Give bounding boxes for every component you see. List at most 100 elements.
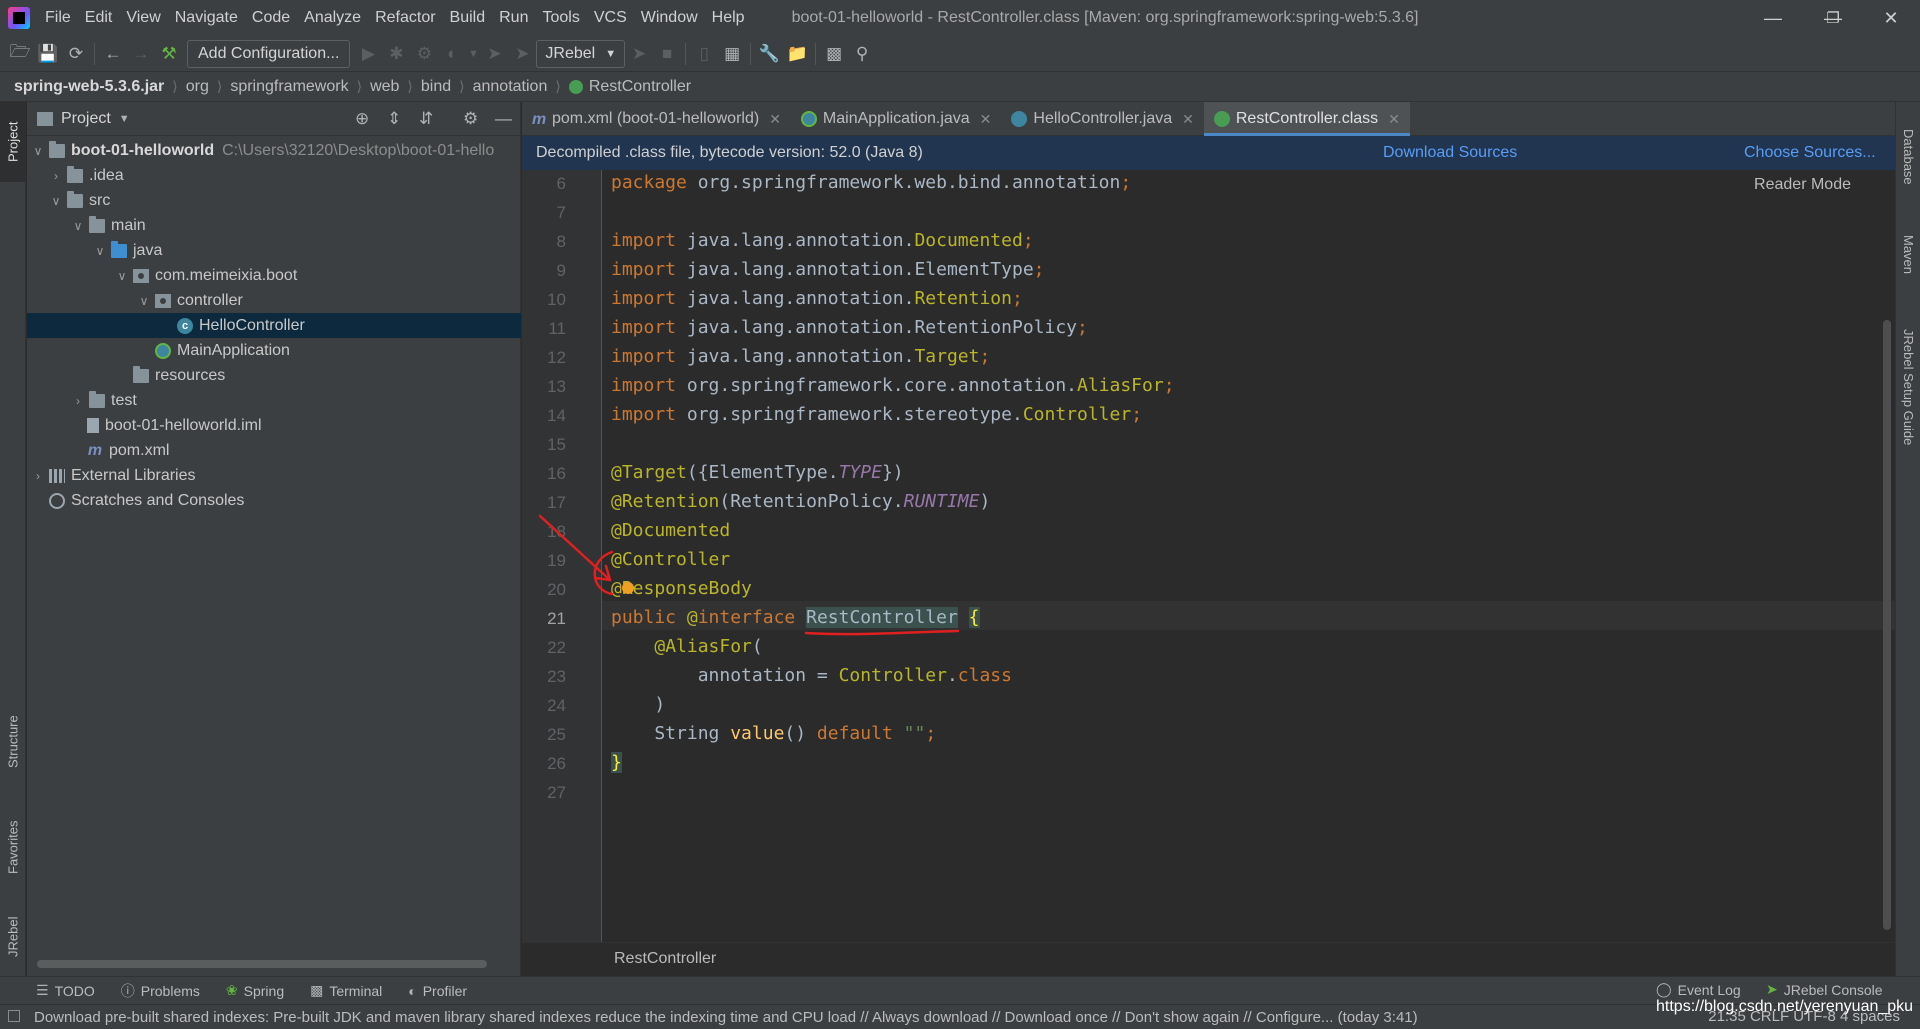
editor-breadcrumb[interactable]: RestController bbox=[522, 942, 1895, 974]
close-icon[interactable]: ✕ bbox=[1182, 111, 1194, 128]
debug-icon[interactable]: ✱ bbox=[382, 40, 410, 68]
tool-problems[interactable]: ⓘ Problems bbox=[121, 981, 200, 1001]
chevron-down-icon[interactable]: ∨ bbox=[137, 294, 151, 308]
status-message[interactable]: Download pre-built shared indexes: Pre-b… bbox=[34, 1009, 1418, 1026]
tab-favorites[interactable]: Favorites bbox=[0, 802, 26, 892]
build-hammer-icon[interactable]: ⚒ bbox=[155, 40, 183, 68]
coverage-icon[interactable]: ⚙ bbox=[410, 40, 438, 68]
project-structure-icon[interactable]: ▦ bbox=[718, 40, 746, 68]
menu-run[interactable]: Run bbox=[492, 0, 535, 36]
forward-icon[interactable]: → bbox=[127, 40, 155, 68]
collapse-all-icon[interactable]: ⇵ bbox=[419, 109, 433, 129]
breadcrumb-springframework[interactable]: springframework bbox=[230, 78, 348, 96]
tab-mainapplication[interactable]: MainApplication.java ✕ bbox=[791, 102, 1001, 136]
close-icon[interactable]: ✕ bbox=[980, 111, 992, 128]
add-configuration-button[interactable]: Add Configuration... bbox=[187, 39, 351, 68]
menu-build[interactable]: Build bbox=[443, 0, 493, 36]
tab-jrebel-setup-guide[interactable]: JRebel Setup Guide bbox=[1896, 307, 1920, 467]
tab-pom-xml[interactable]: m pom.xml (boot-01-helloworld) ✕ bbox=[522, 102, 791, 136]
horizontal-scrollbar[interactable] bbox=[37, 960, 487, 968]
breadcrumb-bind[interactable]: bind bbox=[421, 78, 451, 96]
tree-item-java[interactable]: ∨ java bbox=[27, 238, 521, 263]
tool-terminal[interactable]: ▩ Terminal bbox=[310, 982, 382, 999]
menu-file[interactable]: File bbox=[38, 0, 78, 36]
expand-all-icon[interactable]: ⇕ bbox=[387, 109, 401, 129]
folder-gear-icon[interactable]: 📁 bbox=[783, 40, 811, 68]
tree-item-mainapplication[interactable]: MainApplication bbox=[27, 338, 521, 363]
chevron-down-icon[interactable]: ▼ bbox=[466, 40, 480, 68]
tool-todo[interactable]: ☰ TODO bbox=[36, 982, 95, 999]
close-icon[interactable]: ✕ bbox=[1862, 0, 1920, 36]
chevron-down-icon[interactable]: ∨ bbox=[49, 194, 63, 208]
terminal-window-icon[interactable]: ▩ bbox=[820, 40, 848, 68]
reader-mode-toggle[interactable]: Reader Mode bbox=[1754, 176, 1851, 194]
tree-item-main[interactable]: ∨ main bbox=[27, 213, 521, 238]
chevron-down-icon[interactable]: ∨ bbox=[31, 144, 45, 158]
tool-event-log[interactable]: ◯ Event Log bbox=[1656, 981, 1741, 998]
save-icon[interactable]: 💾 bbox=[34, 40, 62, 68]
locate-icon[interactable]: ⊕ bbox=[355, 109, 369, 129]
close-icon[interactable]: ✕ bbox=[769, 111, 781, 128]
tree-item-controller[interactable]: ∨ controller bbox=[27, 288, 521, 313]
back-icon[interactable]: ← bbox=[99, 40, 127, 68]
menu-edit[interactable]: Edit bbox=[78, 0, 120, 36]
menu-tools[interactable]: Tools bbox=[535, 0, 586, 36]
breadcrumb-annotation[interactable]: annotation bbox=[473, 78, 548, 96]
tab-restcontroller-class[interactable]: RestController.class ✕ bbox=[1203, 102, 1410, 136]
project-panel-title[interactable]: Project bbox=[61, 110, 111, 128]
menu-window[interactable]: Window bbox=[634, 0, 705, 36]
menu-help[interactable]: Help bbox=[705, 0, 752, 36]
tool-jrebel-console[interactable]: ➤ JRebel Console bbox=[1766, 981, 1883, 998]
tool-spring[interactable]: ❀ Spring bbox=[226, 982, 284, 999]
chevron-right-icon[interactable]: › bbox=[31, 469, 45, 483]
tab-maven[interactable]: Maven bbox=[1896, 220, 1920, 290]
menu-refactor[interactable]: Refactor bbox=[368, 0, 442, 36]
tab-project[interactable]: Project bbox=[0, 102, 26, 182]
gear-icon[interactable]: ⚙ bbox=[463, 109, 478, 129]
minimize-icon[interactable]: — bbox=[1744, 0, 1802, 36]
attach-icon[interactable]: ➤ bbox=[625, 40, 653, 68]
chevron-down-icon[interactable]: ∨ bbox=[115, 269, 129, 283]
tab-hellocontroller[interactable]: HelloController.java ✕ bbox=[1001, 102, 1203, 136]
restore-icon[interactable]: ❐ bbox=[1804, 0, 1862, 36]
menu-navigate[interactable]: Navigate bbox=[168, 0, 245, 36]
tree-item-test[interactable]: › test bbox=[27, 388, 521, 413]
breadcrumb-org[interactable]: org bbox=[186, 78, 209, 96]
status-bar-toggle-icon[interactable] bbox=[8, 1010, 20, 1022]
run-icon[interactable]: ▶ bbox=[354, 40, 382, 68]
chevron-down-icon[interactable]: ▼ bbox=[119, 113, 130, 125]
tab-structure[interactable]: Structure bbox=[0, 692, 26, 792]
choose-sources-link[interactable]: Choose Sources... bbox=[1744, 136, 1876, 170]
tree-item-src[interactable]: ∨ src bbox=[27, 188, 521, 213]
code-editor[interactable]: 6 7 8 9 10 11 12 13 14 15 16 17 18 19 20… bbox=[522, 170, 1895, 974]
settings-wrench-icon[interactable]: 🔧 bbox=[755, 40, 783, 68]
sync-icon[interactable]: ⟳ bbox=[62, 40, 90, 68]
search-icon[interactable]: ⚲ bbox=[848, 40, 876, 68]
tree-item-package[interactable]: ∨ com.meimeixia.boot bbox=[27, 263, 521, 288]
jrebel-debug-icon[interactable]: ➤ bbox=[508, 40, 536, 68]
menu-vcs[interactable]: VCS bbox=[587, 0, 634, 36]
download-sources-link[interactable]: Download Sources bbox=[1383, 136, 1517, 170]
tree-item-scratches[interactable]: Scratches and Consoles bbox=[27, 488, 521, 513]
jrebel-select[interactable]: JRebel ▼ bbox=[536, 39, 626, 68]
jrebel-run-icon[interactable]: ➤ bbox=[480, 40, 508, 68]
breadcrumb-restcontroller[interactable]: RestController bbox=[589, 78, 691, 96]
breadcrumb-jar[interactable]: spring-web-5.3.6.jar bbox=[14, 78, 164, 96]
tree-item-resources[interactable]: resources bbox=[27, 363, 521, 388]
vertical-scrollbar[interactable] bbox=[1883, 320, 1891, 930]
profile-icon[interactable]: ◐ bbox=[438, 40, 466, 68]
device-icon[interactable]: ▯ bbox=[690, 40, 718, 68]
tree-item-external-libraries[interactable]: › External Libraries bbox=[27, 463, 521, 488]
tree-item-project-root[interactable]: ∨ boot-01-helloworld C:\Users\32120\Desk… bbox=[27, 138, 521, 163]
open-folder-icon[interactable]: 🗁 bbox=[6, 40, 34, 68]
chevron-right-icon[interactable]: › bbox=[49, 169, 63, 183]
tool-profiler[interactable]: ◐ Profiler bbox=[408, 983, 467, 999]
tree-item-idea[interactable]: › .idea bbox=[27, 163, 521, 188]
tree-item-pom[interactable]: m pom.xml bbox=[27, 438, 521, 463]
breadcrumb-web[interactable]: web bbox=[370, 78, 399, 96]
tree-item-hellocontroller[interactable]: c HelloController bbox=[27, 313, 521, 338]
stop-icon[interactable]: ■ bbox=[653, 40, 681, 68]
chevron-down-icon[interactable]: ∨ bbox=[71, 219, 85, 233]
menu-code[interactable]: Code bbox=[245, 0, 297, 36]
close-icon[interactable]: ✕ bbox=[1388, 111, 1400, 128]
